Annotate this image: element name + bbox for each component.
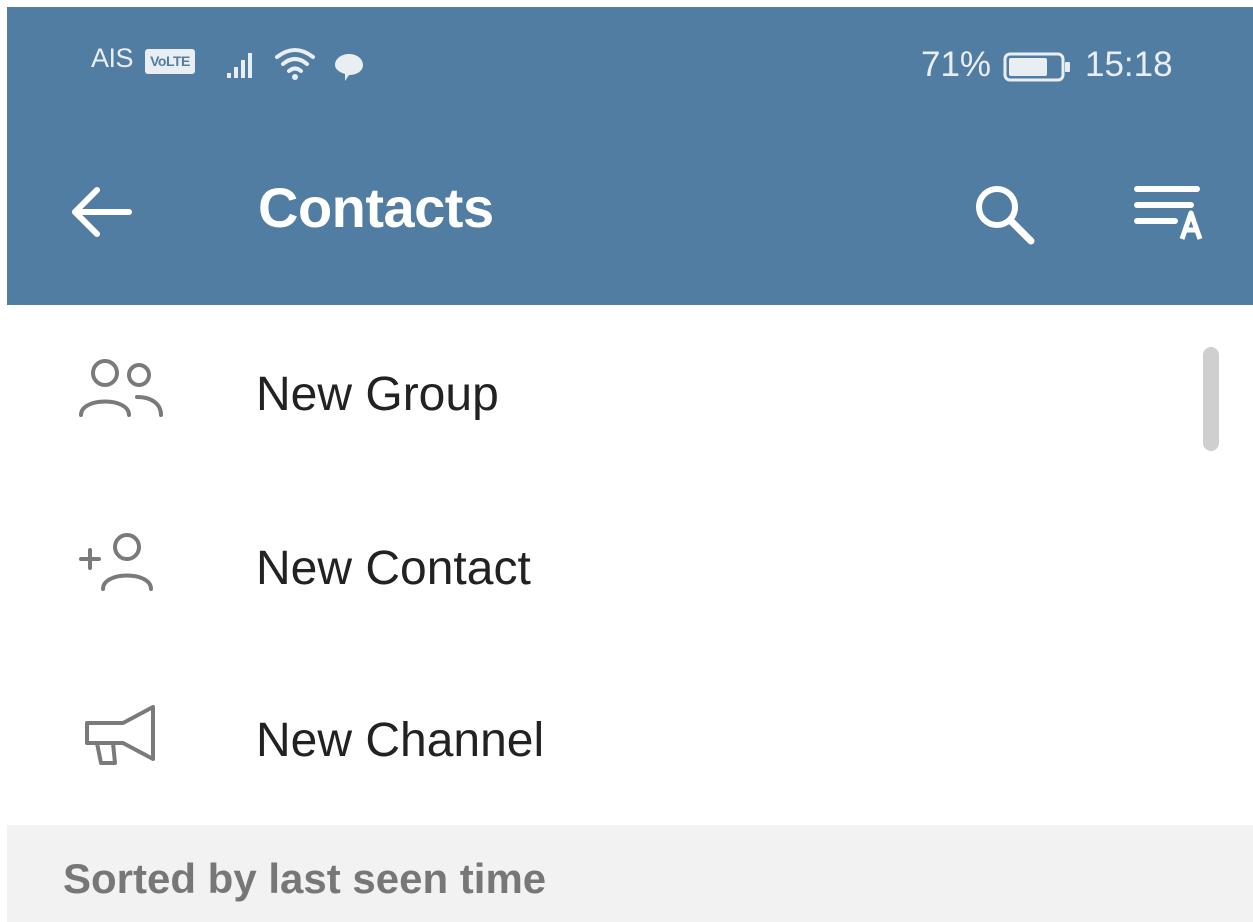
wifi-icon	[275, 48, 315, 80]
sort-order-label: Sorted by last seen time	[63, 855, 547, 902]
clock: 15:18	[1085, 45, 1173, 84]
scrollbar[interactable]	[1203, 347, 1219, 451]
chat-bubble-icon	[335, 54, 363, 81]
status-bar: AIS VoLTE 71% 15:18	[7, 7, 1253, 107]
new-contact-item[interactable]: New Contact	[7, 479, 1253, 651]
new-channel-item[interactable]: New Channel	[7, 651, 1253, 823]
volte-badge: VoLTE	[145, 49, 195, 74]
section-header: Sorted by last seen time	[7, 825, 1253, 922]
search-button[interactable]	[969, 179, 1039, 249]
new-group-label: New Group	[256, 368, 499, 421]
new-contact-label: New Contact	[256, 542, 531, 595]
contacts-screen: AIS VoLTE 71% 15:18 Contacts New Group N…	[7, 7, 1253, 922]
sort-button[interactable]	[1131, 183, 1211, 245]
carrier-name: AIS	[91, 43, 134, 73]
arrow-left-icon	[72, 187, 132, 237]
battery-icon	[1003, 52, 1070, 82]
add-contact-icon	[79, 533, 153, 591]
new-group-item[interactable]: New Group	[7, 305, 1253, 477]
back-button[interactable]	[67, 182, 139, 242]
group-icon	[79, 359, 163, 417]
page-title: Contacts	[258, 176, 494, 239]
new-channel-label: New Channel	[256, 714, 545, 767]
megaphone-icon	[85, 705, 155, 765]
battery-percent: 71%	[921, 45, 992, 84]
sort-alphabet-icon	[1134, 186, 1203, 240]
search-icon	[976, 186, 1035, 245]
top-bar: AIS VoLTE 71% 15:18 Contacts	[7, 7, 1253, 305]
signal-icon	[227, 53, 252, 78]
